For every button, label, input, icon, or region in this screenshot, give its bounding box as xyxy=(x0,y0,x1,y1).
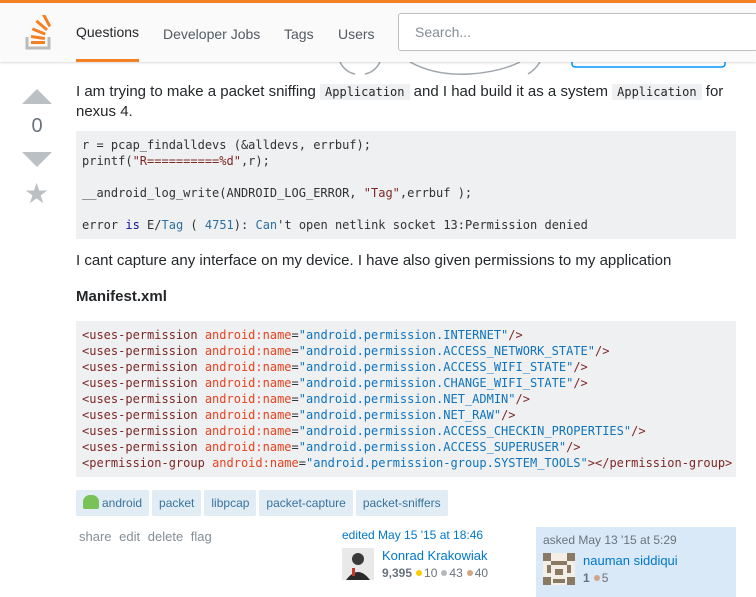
editor-avatar[interactable] xyxy=(342,548,374,580)
tag-list: android packet libpcap packet-capture packet… xyxy=(76,490,451,516)
edit-link[interactable]: edit xyxy=(119,529,140,544)
code-line: printf("R==========%d",r); xyxy=(82,154,270,168)
top-bar: Questions Developer Jobs Tags Users xyxy=(0,0,756,62)
gold-badge-icon xyxy=(416,570,423,576)
manifest-heading: Manifest.xml xyxy=(76,287,167,305)
inline-code: Application xyxy=(320,84,410,100)
inline-code: Application xyxy=(612,84,702,100)
tag-packet[interactable]: packet xyxy=(152,490,202,516)
text-span: I am trying to make a packet sniffing xyxy=(76,83,321,100)
stack-overflow-logo-icon[interactable] xyxy=(24,15,54,51)
android-icon xyxy=(83,495,99,509)
nav-users[interactable]: Users xyxy=(338,6,375,62)
nav-tags[interactable]: Tags xyxy=(284,6,314,62)
nav-questions[interactable]: Questions xyxy=(76,6,140,62)
tag-label: android xyxy=(102,496,143,510)
code-line: r = pcap_findalldevs (&alldevs, errbuf); xyxy=(82,138,371,152)
bronze-badge-icon xyxy=(593,575,600,581)
vote-count: 0 xyxy=(31,115,43,137)
post-menu: share edit delete flag xyxy=(79,529,216,544)
asker-name[interactable]: nauman siddiqui xyxy=(583,553,678,568)
share-link[interactable]: share xyxy=(79,529,112,544)
bronze-badge-icon xyxy=(466,570,473,576)
bronze-badge-count: 5 xyxy=(601,571,609,585)
asker-reputation: 15 xyxy=(583,571,608,585)
banner-art xyxy=(339,62,726,75)
gold-badge-count: 10 xyxy=(424,566,438,580)
code-block-manifest: <uses-permission android:name="android.p… xyxy=(76,321,736,477)
post-paragraph-2: I cant capture any interface on my devic… xyxy=(76,252,672,269)
downvote-arrow-icon[interactable] xyxy=(22,152,52,167)
edited-timestamp[interactable]: edited May 15 '15 at 18:46 xyxy=(342,528,532,542)
post-body: I am trying to make a packet sniffing Ap… xyxy=(76,82,736,477)
manifest-line: <uses-permission android:name="android.p… xyxy=(82,344,610,358)
manifest-line: <permission-group android:name="android.… xyxy=(82,456,733,470)
tag-packet-sniffers[interactable]: packet-sniffers xyxy=(355,490,448,516)
post-paragraph-1: I am trying to make a packet sniffing Ap… xyxy=(76,82,736,121)
code-line: __android_log_write(ANDROID_LOG_ERROR, "… xyxy=(82,186,473,200)
editor-name[interactable]: Konrad Krakowiak xyxy=(382,548,488,563)
editor-reputation: 9,395 10 43 40 xyxy=(382,566,488,580)
manifest-line: <uses-permission android:name="android.p… xyxy=(82,408,516,422)
upvote-arrow-icon[interactable] xyxy=(22,89,52,104)
flag-link[interactable]: flag xyxy=(191,529,212,544)
manifest-line: <uses-permission android:name="android.p… xyxy=(82,360,588,374)
editor-card: edited May 15 '15 at 18:46 Konrad Krakow… xyxy=(342,528,532,590)
asker-avatar[interactable] xyxy=(543,553,575,585)
asked-timestamp: asked May 13 '15 at 5:29 xyxy=(543,533,677,547)
code-block-error: r = pcap_findalldevs (&alldevs, errbuf);… xyxy=(76,131,736,239)
code-line: error is E/Tag ( 4751): Can't open netli… xyxy=(82,218,588,232)
manifest-line: <uses-permission android:name="android.p… xyxy=(82,440,581,454)
manifest-line: <uses-permission android:name="android.p… xyxy=(82,328,523,342)
bronze-badge-count: 40 xyxy=(474,566,489,580)
search-input[interactable] xyxy=(399,14,756,50)
tag-android[interactable]: android xyxy=(76,490,150,516)
tag-libpcap[interactable]: libpcap xyxy=(204,490,257,516)
search-box[interactable] xyxy=(398,13,756,51)
manifest-line: <uses-permission android:name="android.p… xyxy=(82,376,588,390)
reputation-score: 1 xyxy=(583,571,590,585)
silver-badge-icon xyxy=(441,570,448,576)
tag-packet-capture[interactable]: packet-capture xyxy=(259,490,353,516)
text-span: and I had build it as a system xyxy=(409,83,613,100)
asker-card: asked May 13 '15 at 5:29 nauman siddiqui… xyxy=(536,527,736,597)
delete-link[interactable]: delete xyxy=(148,529,183,544)
silver-badge-count: 43 xyxy=(449,566,463,580)
editor-info: Konrad Krakowiak 9,395 10 43 40 xyxy=(342,548,532,584)
favorite-star-icon[interactable]: ★ xyxy=(24,180,49,208)
manifest-line: <uses-permission android:name="android.p… xyxy=(82,424,646,438)
nav-developer-jobs[interactable]: Developer Jobs xyxy=(163,6,260,62)
manifest-line: <uses-permission android:name="android.p… xyxy=(82,392,530,406)
reputation-score: 9,395 xyxy=(382,566,413,580)
asker-info: nauman siddiqui 15 xyxy=(543,553,730,589)
